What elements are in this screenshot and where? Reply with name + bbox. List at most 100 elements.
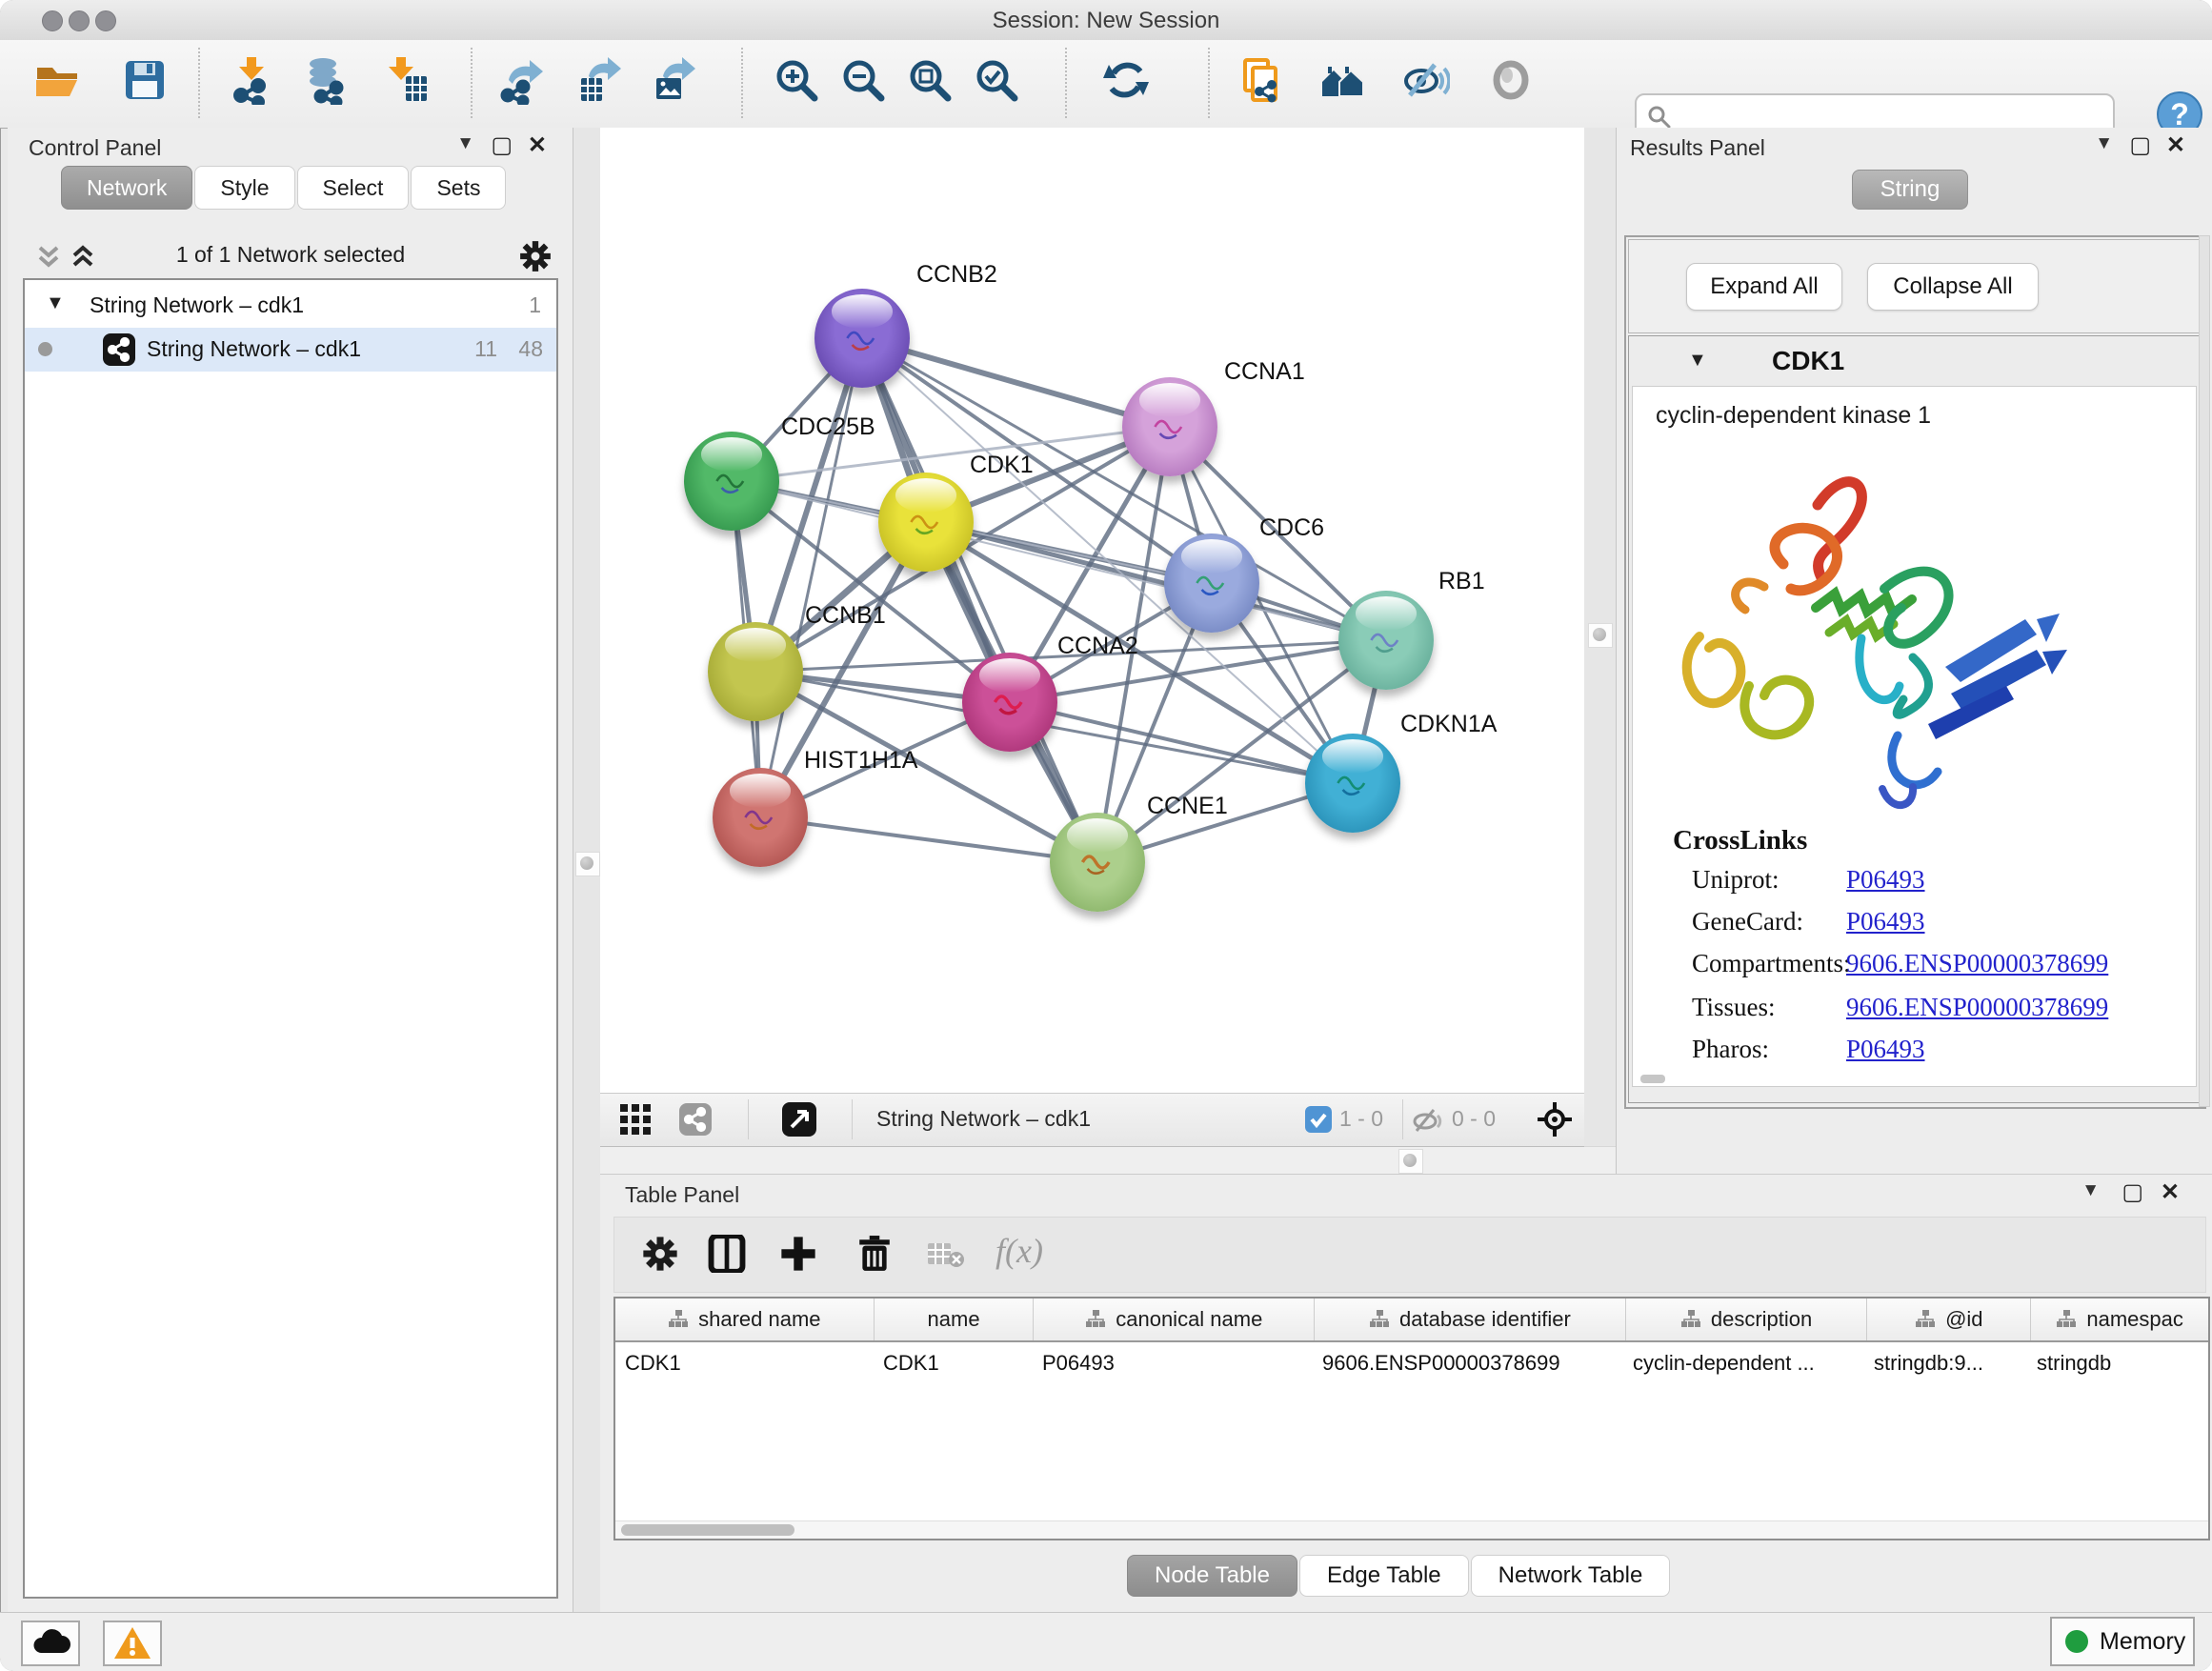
crosslink-uniprot-link[interactable]: P06493 — [1846, 865, 1925, 895]
node-CCNE1[interactable] — [1050, 813, 1145, 912]
left-splitter-grip[interactable] — [575, 852, 600, 876]
birds-eye-view-icon[interactable] — [782, 1102, 816, 1137]
network-collection-row[interactable]: ▼ String Network – cdk1 1 — [25, 284, 556, 328]
toolbar-separator — [1065, 48, 1067, 118]
column-header-name[interactable]: name — [875, 1299, 1035, 1340]
protein-card-header[interactable]: ▼ CDK1 — [1629, 336, 2200, 386]
right-splitter-grip[interactable] — [1588, 623, 1613, 648]
selected-checkbox-icon[interactable] — [1305, 1106, 1332, 1133]
tab-network[interactable]: Network — [61, 166, 192, 210]
panel-float-icon[interactable]: ▼ — [456, 133, 474, 154]
tab-edge-table[interactable]: Edge Table — [1299, 1555, 1469, 1597]
toolbar-separator — [741, 48, 743, 118]
node-CCNA2[interactable] — [962, 653, 1057, 752]
panel-close-icon[interactable]: ✕ — [528, 131, 547, 159]
grid-view-icon[interactable] — [619, 1103, 652, 1136]
share-view-icon[interactable] — [679, 1103, 712, 1136]
tab-network-table[interactable]: Network Table — [1471, 1555, 1671, 1597]
network-options-gear-icon[interactable] — [518, 239, 553, 273]
tab-node-table[interactable]: Node Table — [1127, 1555, 1297, 1597]
card-horizontal-scroll-thumb[interactable] — [1640, 1075, 1665, 1083]
panel-maximize-icon[interactable]: ▢ — [2122, 1178, 2143, 1206]
delete-trash-icon[interactable] — [855, 1235, 894, 1273]
node-RB1[interactable] — [1338, 591, 1434, 690]
column-header-id[interactable]: @id — [1867, 1299, 2031, 1340]
zoom-in-button[interactable] — [772, 55, 827, 114]
column-header-label: name — [928, 1307, 980, 1332]
expand-all-button[interactable]: Expand All — [1686, 263, 1842, 311]
zoom-fit-button[interactable] — [905, 55, 960, 114]
node-CCNA1[interactable] — [1122, 377, 1217, 476]
zoom-selected-button[interactable] — [972, 55, 1027, 114]
node-CDC6[interactable] — [1164, 534, 1259, 633]
column-header-canonical-name[interactable]: canonical name — [1034, 1299, 1315, 1340]
network-row-selected[interactable]: String Network – cdk1 11 48 — [25, 328, 556, 372]
import-table-button[interactable] — [381, 55, 436, 114]
panel-maximize-icon[interactable]: ▢ — [2129, 131, 2151, 159]
node-CDK1[interactable] — [878, 473, 974, 572]
table-scroll-thumb[interactable] — [621, 1524, 794, 1536]
node-HIST1H1A[interactable] — [713, 768, 808, 867]
tab-string[interactable]: String — [1852, 170, 1968, 210]
hide-graphics-button[interactable] — [1400, 55, 1456, 114]
protein-thumbnail-icon — [834, 313, 891, 363]
cell-description[interactable]: cyclin-dependent ... — [1623, 1342, 1864, 1384]
node-CCNB1[interactable] — [708, 622, 803, 721]
results-vertical-scrollbar[interactable] — [2199, 235, 2210, 1107]
collection-collapse-caret[interactable]: ▼ — [46, 292, 65, 314]
show-columns-icon[interactable] — [708, 1235, 746, 1273]
memory-button[interactable]: Memory — [2050, 1617, 2195, 1666]
protein-collapse-caret[interactable]: ▼ — [1688, 350, 1707, 372]
collapse-all-button[interactable]: Collapse All — [1867, 263, 2039, 311]
panel-float-icon[interactable]: ▼ — [2095, 133, 2113, 154]
panel-maximize-icon[interactable]: ▢ — [491, 131, 513, 159]
cell-namespace[interactable]: stringdb — [2027, 1342, 2204, 1384]
panel-close-icon[interactable]: ✕ — [2166, 131, 2185, 159]
save-session-button[interactable] — [120, 55, 175, 114]
cell-canonical-name[interactable]: P06493 — [1033, 1342, 1313, 1384]
left-splitter[interactable] — [573, 128, 600, 1612]
import-network-button[interactable] — [227, 55, 282, 114]
export-table-button[interactable] — [575, 55, 631, 114]
export-image-button[interactable] — [650, 55, 705, 114]
network-view-canvas[interactable]: CCNB2 CCNA1 CDC25B CDK1 CDC6 RB1 CCNB1 C… — [600, 128, 1584, 1093]
export-network-button[interactable] — [497, 55, 553, 114]
tab-style[interactable]: Style — [194, 166, 294, 210]
crosslink-compartments-link[interactable]: 9606.ENSP00000378699 — [1846, 949, 2108, 978]
column-header-database-identifier[interactable]: database identifier — [1315, 1299, 1626, 1340]
table-horizontal-scrollbar[interactable] — [615, 1520, 2208, 1539]
node-CDC25B[interactable] — [684, 432, 779, 531]
import-network-from-database-button[interactable] — [303, 55, 358, 114]
crosslink-pharos-link[interactable]: P06493 — [1846, 1035, 1925, 1064]
app-store-button[interactable] — [21, 1621, 80, 1666]
panel-close-icon[interactable]: ✕ — [2161, 1178, 2180, 1206]
refresh-button[interactable] — [1101, 55, 1156, 114]
cell-name[interactable]: CDK1 — [874, 1342, 1033, 1384]
cell-id[interactable]: stringdb:9... — [1864, 1342, 2027, 1384]
node-CDKN1A[interactable] — [1305, 734, 1400, 833]
tab-select[interactable]: Select — [297, 166, 410, 210]
warnings-button[interactable] — [103, 1621, 162, 1666]
divider — [1616, 128, 1617, 1174]
right-splitter[interactable] — [1584, 128, 1617, 1174]
show-graphics-button[interactable] — [1486, 55, 1541, 114]
cell-database-identifier[interactable]: 9606.ENSP00000378699 — [1313, 1342, 1623, 1384]
column-header-shared-name[interactable]: shared name — [615, 1299, 875, 1340]
network-overview-button[interactable] — [1318, 55, 1374, 114]
column-header-description[interactable]: description — [1626, 1299, 1868, 1340]
tab-sets[interactable]: Sets — [411, 166, 506, 210]
panel-float-icon[interactable]: ▼ — [2081, 1180, 2100, 1201]
table-row[interactable]: CDK1 CDK1 P06493 9606.ENSP00000378699 cy… — [615, 1342, 2208, 1384]
bottom-splitter-grip[interactable] — [1398, 1149, 1423, 1174]
cell-shared-name[interactable]: CDK1 — [615, 1342, 874, 1384]
node-CCNB2[interactable] — [814, 289, 910, 388]
zoom-out-button[interactable] — [838, 55, 894, 114]
crosslink-tissues-link[interactable]: 9606.ENSP00000378699 — [1846, 993, 2108, 1022]
add-column-plus-icon[interactable] — [779, 1235, 817, 1273]
column-header-namespace[interactable]: namespac — [2031, 1299, 2208, 1340]
open-session-button[interactable] — [32, 55, 88, 114]
table-settings-gear-icon[interactable] — [641, 1235, 679, 1273]
crosslink-genecard-link[interactable]: P06493 — [1846, 907, 1925, 936]
clone-network-button[interactable] — [1237, 55, 1292, 114]
fit-selected-crosshair-icon[interactable] — [1537, 1101, 1573, 1137]
